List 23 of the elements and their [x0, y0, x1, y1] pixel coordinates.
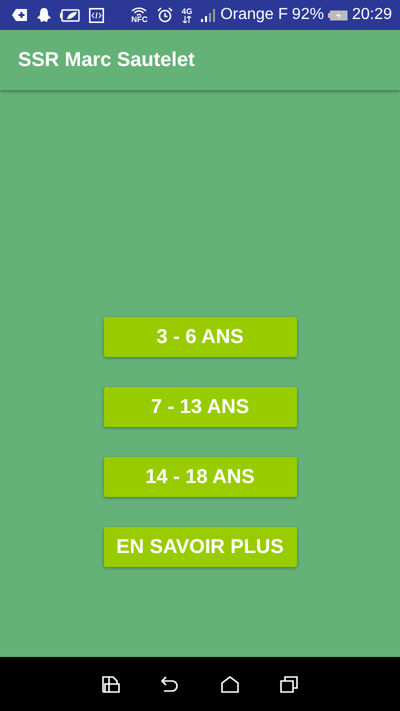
carrier-name: Orange F [220, 6, 288, 24]
age-button[interactable]: EN SAVOIR PLUS [104, 527, 296, 567]
signal-icon [201, 8, 216, 22]
battery-leaf-icon [60, 8, 80, 22]
home-icon[interactable] [220, 676, 239, 692]
battery-charging-icon [328, 10, 348, 20]
data-arrows-icon [182, 16, 192, 22]
split-screen-icon[interactable] [102, 676, 120, 692]
ghost-icon [37, 8, 51, 22]
nfc-label: NFC [131, 16, 148, 24]
code-icon [89, 8, 104, 22]
clock-time: 20:29 [352, 6, 392, 24]
wifi-icon [131, 6, 148, 16]
back-icon[interactable] [161, 676, 180, 692]
battery-percent: 92% [292, 6, 324, 24]
network-type-label: 4G [182, 8, 192, 16]
app-title: SSR Marc Sautelet [18, 48, 195, 72]
recent-apps-icon[interactable] [280, 676, 298, 692]
age-button[interactable]: 3 - 6 ANS [104, 317, 296, 357]
age-button[interactable]: 7 - 13 ANS [104, 387, 296, 427]
message-icon [12, 9, 28, 21]
age-button[interactable]: 14 - 18 ANS [104, 457, 296, 497]
alarm-clock-icon [156, 7, 173, 23]
